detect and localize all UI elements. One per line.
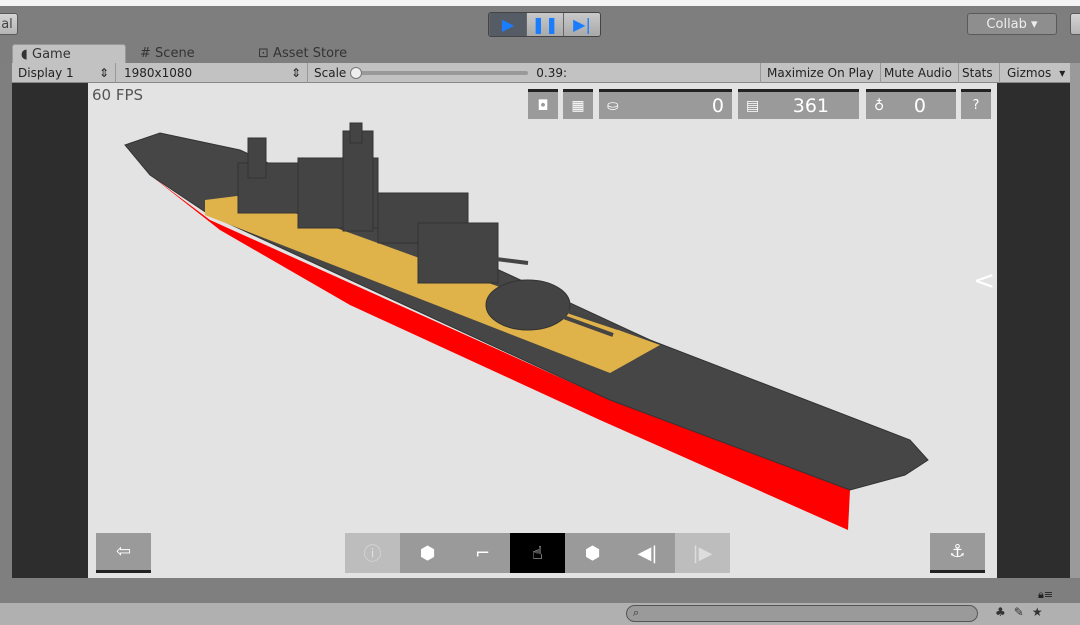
paint-roller-icon: ⌐ [474, 542, 491, 564]
info-tool[interactable]: ⓘ [345, 533, 400, 573]
undo-tool[interactable]: ◀| [620, 533, 675, 573]
tab-scene[interactable]: # Scene [132, 44, 203, 64]
stats-toggle[interactable]: Stats [956, 63, 1000, 83]
letterbox-left [12, 83, 88, 578]
fps-counter: 60 FPS [92, 86, 144, 104]
help-icon: ? [972, 98, 980, 113]
help-button[interactable]: ? [961, 89, 991, 119]
letterbox-right [997, 83, 1070, 578]
collab-button[interactable]: Collab ▾ [967, 13, 1057, 35]
account-button[interactable] [1070, 13, 1080, 35]
tool-palette: ⓘ ⬢ ⌐ ☝ ⬢ ◀| |▶ [345, 533, 730, 573]
grid-button[interactable]: ▦ [563, 89, 593, 119]
anchor-icon: ⚓ [949, 541, 966, 562]
counter-value: 0 [913, 94, 926, 117]
resolution-label: 1980x1080 [124, 66, 193, 80]
scale-slider[interactable] [350, 67, 529, 79]
layout-button[interactable]: al [0, 13, 18, 35]
battleship-model [124, 122, 929, 530]
dropdown-icon: ⇕ [98, 66, 109, 80]
grid-icon: ▦ [571, 97, 585, 114]
lock-icon[interactable]: 🔒︎≡ [1038, 588, 1053, 602]
gizmos-dropdown[interactable]: Gizmos ▾ [1001, 63, 1073, 83]
redo-tool[interactable]: |▶ [675, 533, 730, 573]
counter-value: 0 [711, 94, 724, 117]
step-forward-icon: |▶ [692, 542, 713, 564]
counter-parts: ▤ 361 [738, 89, 859, 119]
blocks-icon: ▤ [746, 97, 760, 114]
play-controls: ▶ ❚❚ ▶| [488, 12, 601, 37]
anchor-button[interactable]: ⚓ [930, 533, 985, 573]
step-back-icon: ◀| [637, 542, 658, 564]
cube-remove-icon: ⬢ [584, 542, 601, 564]
paint-tool[interactable]: ⌐ [455, 533, 510, 573]
tab-label: Game [32, 47, 71, 62]
dropdown-icon: ▾ [1059, 66, 1066, 80]
pacman-icon: ◖ [21, 47, 28, 62]
pause-icon: ❚❚ [531, 15, 559, 34]
search-input[interactable]: ⌕ [626, 605, 978, 622]
mute-label: Mute Audio [884, 66, 952, 80]
camera-button[interactable]: ◘ [528, 89, 558, 119]
step-button[interactable]: ▶| [563, 13, 600, 36]
counter-value: 361 [792, 94, 829, 117]
scale-label: Scale [314, 66, 347, 80]
select-tool[interactable]: ☝ [510, 533, 565, 573]
layout-label: al [1, 16, 13, 32]
display-label: Display 1 [18, 66, 74, 80]
info-icon: ⓘ [363, 544, 382, 565]
game-view: 60 FPS < ◘ ▦ ⛀ 0 ▤ 361 ♁ 0 ? ⇦ ⓘ ⬢ ⌐ ☝ ⬢ ◀|… [88, 83, 997, 578]
remove-block-tool[interactable]: ⬢ [565, 533, 620, 573]
counter-blocks: ⛀ 0 [599, 89, 732, 119]
camera-icon: ◘ [537, 97, 549, 114]
hand-pointer-icon: ☝ [532, 542, 543, 564]
grid-icon: # [140, 46, 151, 61]
maximize-label: Maximize On Play [767, 66, 874, 80]
coins-icon: ⛀ [607, 97, 619, 114]
step-icon: ▶| [573, 15, 591, 34]
mute-audio-toggle[interactable]: Mute Audio [878, 63, 959, 83]
chevron-left-icon[interactable]: < [973, 266, 995, 296]
scale-slider-thumb[interactable] [350, 67, 363, 79]
bag-icon: ⊡ [258, 46, 269, 61]
collab-label: Collab ▾ [986, 16, 1038, 32]
pause-button[interactable]: ❚❚ [526, 13, 563, 36]
play-icon: ▶ [501, 15, 515, 34]
game-toolbar: Display 1 ⇕ 1980x1080 ⇕ Scale 0.39: Maximi… [12, 63, 1073, 83]
tab-label: Scene [155, 46, 195, 61]
exit-icon: ⇦ [115, 541, 132, 562]
gizmos-label: Gizmos [1007, 66, 1052, 80]
dropdown-icon: ⇕ [290, 66, 301, 80]
add-block-tool[interactable]: ⬢ [400, 533, 455, 573]
maximize-on-play-toggle[interactable]: Maximize On Play [760, 63, 881, 83]
scale-value: 0.39: [536, 66, 568, 80]
scale-control: Scale 0.39: [308, 63, 764, 83]
counter-medals: ♁ 0 [866, 89, 956, 119]
stats-label: Stats [962, 66, 993, 80]
cube-add-icon: ⬢ [419, 542, 436, 564]
resolution-dropdown[interactable]: 1980x1080 ⇕ [118, 63, 308, 83]
play-button[interactable]: ▶ [489, 13, 526, 36]
medal-icon: ♁ [874, 97, 885, 114]
filter-icons[interactable]: ♣✎★ [995, 605, 1051, 619]
exit-button[interactable]: ⇦ [96, 533, 151, 573]
tab-asset-store[interactable]: ⊡ Asset Store [250, 44, 355, 64]
scrollbar[interactable] [1070, 63, 1080, 578]
tab-game[interactable]: ◖ Game [12, 44, 126, 64]
search-icon: ⌕ [633, 606, 640, 619]
display-dropdown[interactable]: Display 1 ⇕ [12, 63, 116, 83]
tab-label: Asset Store [273, 46, 348, 61]
